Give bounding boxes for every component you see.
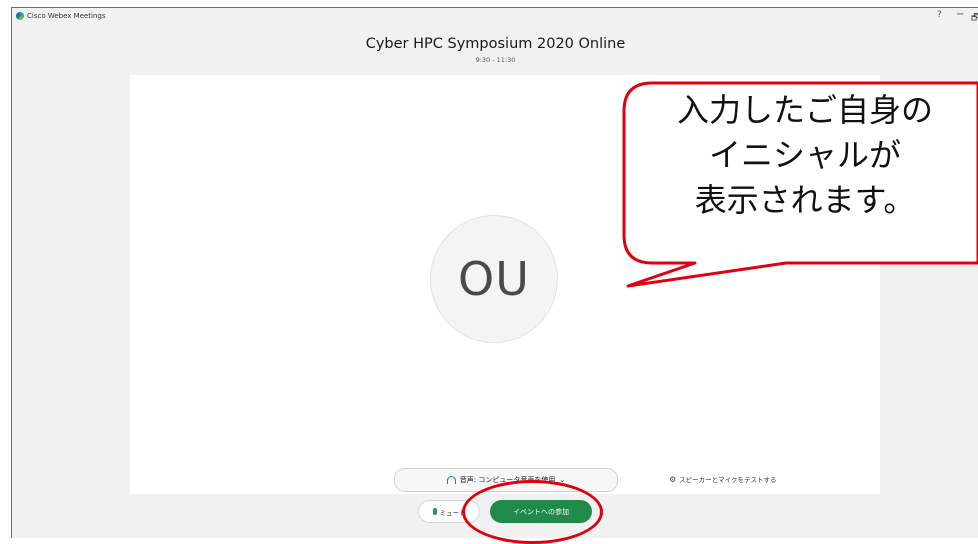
callout-bubble xyxy=(622,81,978,288)
callout-text: 入力したご自身の イニシャルが 表示されます。 xyxy=(676,91,933,219)
